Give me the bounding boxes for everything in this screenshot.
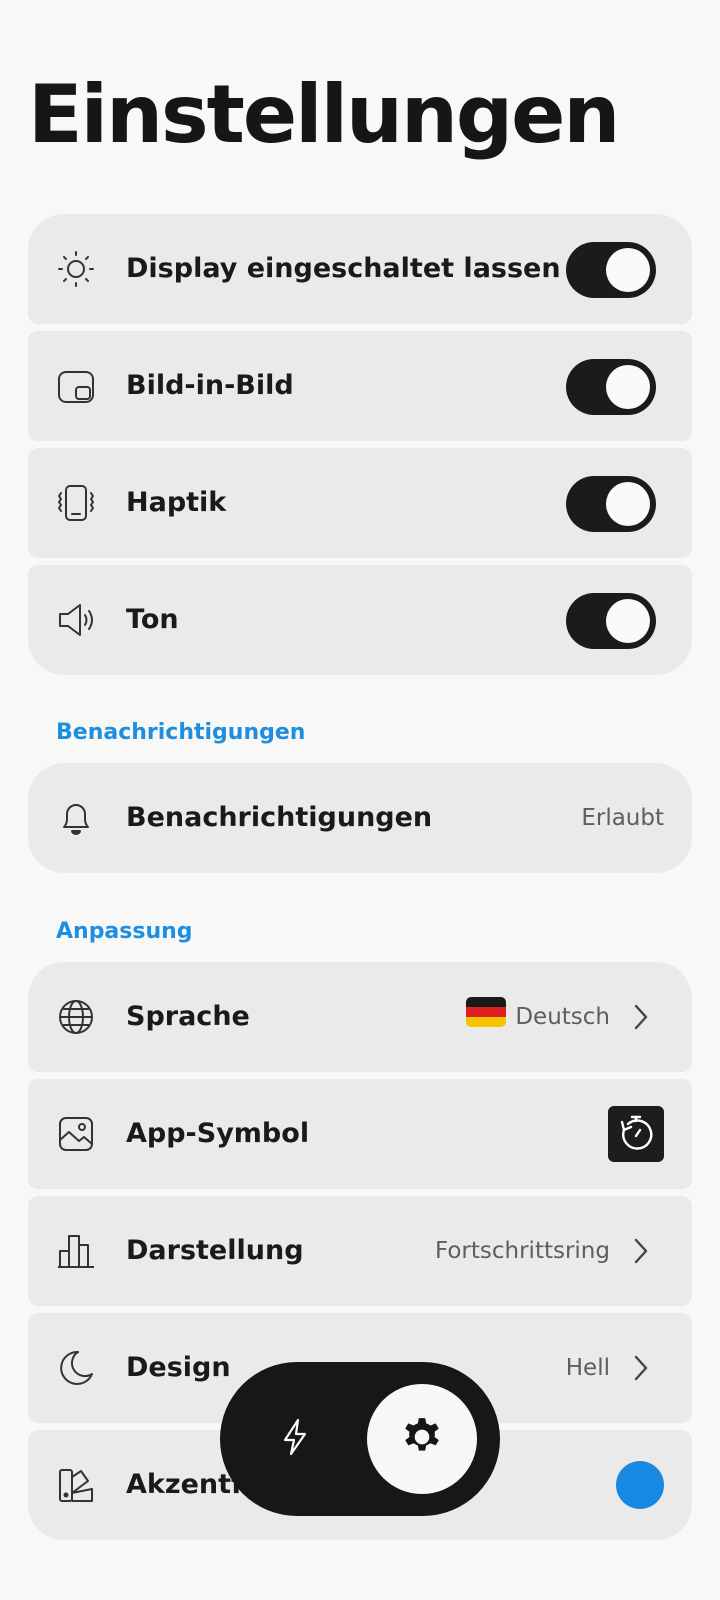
chevron-right-icon xyxy=(626,1352,656,1384)
sun-icon xyxy=(56,249,96,289)
sound-toggle[interactable] xyxy=(566,593,656,649)
image-icon xyxy=(56,1114,96,1154)
setting-row-keep-display-on[interactable]: Display eingeschaltet lassen xyxy=(28,214,692,324)
bell-icon xyxy=(56,798,96,838)
section-label-customization: Anpassung xyxy=(56,919,193,944)
globe-icon xyxy=(56,997,96,1037)
setting-label: App-Symbol xyxy=(126,1118,310,1149)
setting-label: Ton xyxy=(126,604,179,635)
settings-list[interactable]: Timer Display eingeschaltet lassen Bild-… xyxy=(0,0,720,1600)
setting-label: Sprache xyxy=(126,1001,250,1032)
setting-row-display-style[interactable]: Darstellung Fortschrittsring xyxy=(28,1196,692,1306)
setting-label: Design xyxy=(126,1352,231,1383)
nav-timer-button[interactable] xyxy=(240,1384,350,1494)
setting-label: Benachrichtigungen xyxy=(126,802,433,833)
keep-display-on-toggle[interactable] xyxy=(566,242,656,298)
picture-in-picture-toggle[interactable] xyxy=(566,359,656,415)
palette-icon xyxy=(56,1465,96,1505)
stopwatch-app-icon-preview[interactable] xyxy=(608,1106,664,1162)
setting-row-sound[interactable]: Ton xyxy=(28,565,692,675)
display-style-value: Fortschrittsring xyxy=(434,1238,610,1264)
toggle-knob xyxy=(606,248,650,292)
notifications-status-value: Erlaubt xyxy=(581,805,664,831)
setting-row-picture-in-picture[interactable]: Bild-in-Bild xyxy=(28,331,692,441)
german-flag-icon xyxy=(466,997,506,1027)
nav-settings-button[interactable] xyxy=(367,1384,477,1494)
toggle-knob xyxy=(606,482,650,526)
gear-icon xyxy=(401,1416,443,1462)
toggle-knob xyxy=(606,365,650,409)
setting-row-haptics[interactable]: Haptik xyxy=(28,448,692,558)
accent-color-swatch[interactable] xyxy=(616,1461,664,1509)
toggle-knob xyxy=(606,599,650,643)
setting-label: Haptik xyxy=(126,487,227,518)
bar-chart-icon xyxy=(56,1231,96,1271)
haptics-toggle[interactable] xyxy=(566,476,656,532)
setting-label: Darstellung xyxy=(126,1235,304,1266)
page-title: Einstellungen xyxy=(28,68,620,161)
chevron-right-icon xyxy=(626,1235,656,1267)
speaker-icon xyxy=(56,600,96,640)
vibration-icon xyxy=(56,483,96,523)
header: Einstellungen xyxy=(0,0,720,190)
setting-label: Display eingeschaltet lassen xyxy=(126,253,561,284)
bottom-nav xyxy=(220,1362,500,1516)
lightning-icon xyxy=(275,1417,315,1461)
picture-in-picture-icon xyxy=(56,366,96,406)
setting-row-notifications[interactable]: Benachrichtigungen Erlaubt xyxy=(28,763,692,873)
setting-label: Bild-in-Bild xyxy=(126,370,294,401)
setting-row-app-icon[interactable]: App-Symbol xyxy=(28,1079,692,1189)
theme-value: Hell xyxy=(565,1355,610,1381)
setting-row-language[interactable]: Sprache Deutsch xyxy=(28,962,692,1072)
language-value: Deutsch xyxy=(515,1004,610,1030)
section-label-notifications: Benachrichtigungen xyxy=(56,720,306,745)
moon-icon xyxy=(56,1348,96,1388)
chevron-right-icon xyxy=(626,1001,656,1033)
